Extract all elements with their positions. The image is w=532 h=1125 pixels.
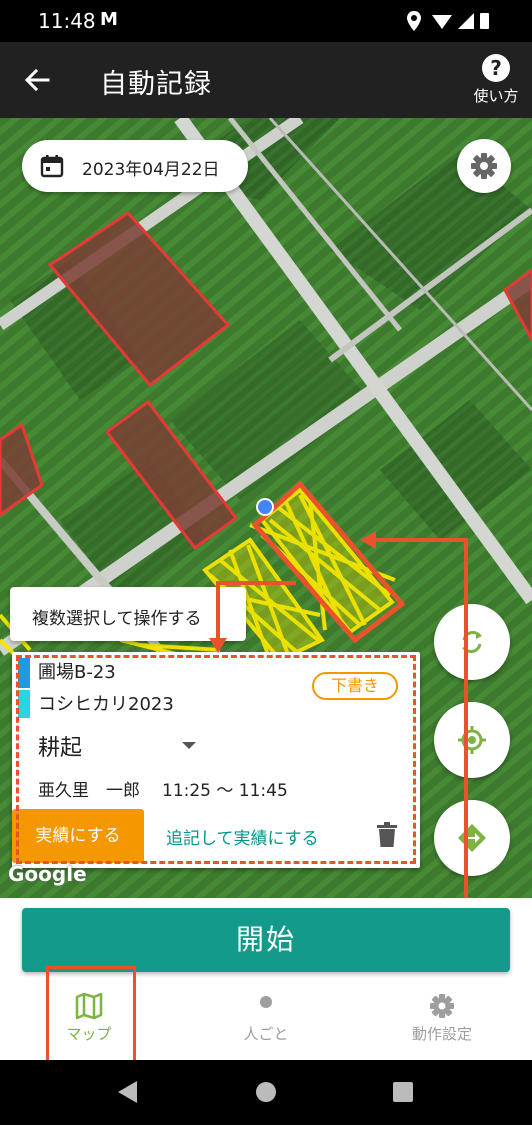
work-record-card[interactable]: 圃場B-23 コシヒカリ2023 下書き 耕起 亜久里 一郎 11:25 ～ 1… <box>12 652 420 868</box>
help-button[interactable]: ? 使い方 <box>470 54 522 110</box>
work-type-dropdown[interactable]: 耕起 <box>38 728 204 764</box>
person-icon <box>255 996 277 1018</box>
help-icon: ? <box>482 54 510 82</box>
status-time: 11:48 <box>38 9 96 33</box>
calendar-icon <box>40 155 64 178</box>
nav-label: 動作設定 <box>411 1025 472 1043</box>
back-arrow-icon[interactable] <box>18 60 58 100</box>
status-icons <box>407 11 489 31</box>
nav-label: マップ <box>66 1025 112 1043</box>
battery-icon <box>480 13 489 29</box>
signal-icon <box>458 13 474 29</box>
gear-icon <box>430 994 454 1018</box>
gear-icon <box>471 153 497 179</box>
confirm-record-button[interactable]: 実績にする <box>12 809 144 863</box>
work-type-label: 耕起 <box>38 736 83 761</box>
crop-name: コシヒカリ2023 <box>38 694 174 715</box>
current-location-dot <box>256 498 274 516</box>
nav-item-settings[interactable]: 動作設定 <box>382 993 502 1053</box>
system-home-icon <box>256 1082 276 1102</box>
worker-name: 亜久里 一郎 <box>38 781 140 801</box>
multi-select-label: 複数選択して操作する <box>32 609 202 629</box>
directions-button[interactable] <box>434 800 510 876</box>
directions-icon <box>458 824 486 852</box>
field-color-tag <box>18 658 30 688</box>
rotate-icon <box>462 631 482 653</box>
status-badge: 下書き <box>312 672 398 700</box>
nav-label: 人ごと <box>243 1025 289 1043</box>
append-record-button[interactable]: 追記して実績にする <box>166 824 319 849</box>
my-location-button[interactable] <box>434 702 510 778</box>
map-icon <box>75 993 103 1019</box>
nav-item-person[interactable]: 人ごと <box>206 993 326 1053</box>
wifi-icon <box>432 15 452 29</box>
gmail-m-icon: M <box>100 9 118 30</box>
my-location-icon <box>458 726 486 754</box>
start-button[interactable]: 開始 <box>22 908 510 972</box>
map-settings-button[interactable] <box>457 139 511 193</box>
google-logo: Google <box>8 862 87 886</box>
trash-icon[interactable] <box>376 822 398 848</box>
page-title: 自動記録 <box>100 69 212 100</box>
nav-item-map[interactable]: マップ <box>29 993 149 1053</box>
bottom-panel: 開始 マップ 人ごと 動作設定 <box>0 898 532 1060</box>
rotate-map-button[interactable] <box>434 604 510 680</box>
multi-select-button[interactable]: 複数選択して操作する <box>10 587 246 641</box>
date-text: 2023年04月22日 <box>82 160 220 180</box>
field-name: 圃場B-23 <box>38 662 116 683</box>
crop-color-tag <box>18 690 30 718</box>
time-range: 11:25 ～ 11:45 <box>162 781 288 801</box>
date-selector[interactable]: 2023年04月22日 <box>22 140 248 192</box>
help-label: 使い方 <box>473 87 519 105</box>
app-bar: 自動記録 ? 使い方 <box>0 42 532 118</box>
status-bar: 11:48 M <box>0 0 532 42</box>
system-recents-icon <box>393 1082 413 1102</box>
location-icon <box>407 11 421 31</box>
dropdown-arrow-icon <box>182 742 196 749</box>
system-back-icon <box>118 1081 137 1103</box>
system-navigation-bar <box>0 1060 532 1125</box>
